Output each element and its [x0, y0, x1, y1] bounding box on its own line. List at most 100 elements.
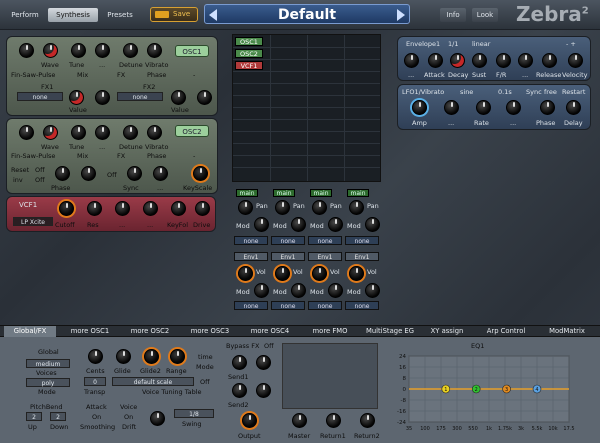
look-button[interactable]: Look: [472, 8, 498, 22]
ch1-env-select[interactable]: Env1: [234, 252, 268, 261]
tab-multistage-eg[interactable]: MultiStage EG: [360, 326, 420, 337]
osc1-tune-knob[interactable]: [71, 43, 86, 58]
osc1-fx2-value-knob[interactable]: [171, 90, 186, 105]
global-range-knob[interactable]: [170, 349, 185, 364]
ch4-mod-knob[interactable]: [365, 217, 380, 232]
global-pb-up-field[interactable]: 2: [26, 412, 42, 421]
osc2-tune-knob[interactable]: [71, 125, 86, 140]
fx-knob-b[interactable]: [256, 355, 271, 370]
global-glide2-knob[interactable]: [144, 349, 159, 364]
ch2-mod2-source[interactable]: none: [271, 301, 305, 310]
lfo1-knob-4[interactable]: [506, 100, 521, 115]
osc2-vibrato-knob[interactable]: [147, 125, 162, 140]
ch2-mod2-knob[interactable]: [291, 283, 306, 298]
ch1-mod2-source[interactable]: none: [234, 301, 268, 310]
global-swing-knob[interactable]: [150, 411, 165, 426]
lfo1-free-label[interactable]: free: [544, 88, 557, 96]
osc1-wave-knob[interactable]: [43, 43, 58, 58]
osc2-dots-knob-2[interactable]: [153, 166, 168, 181]
osc1-detune-knob[interactable]: [123, 43, 138, 58]
ch4-main-button[interactable]: main: [347, 189, 369, 197]
ch4-mod2-source[interactable]: none: [345, 301, 379, 310]
next-preset-icon[interactable]: [397, 9, 405, 21]
osc2-detune-knob[interactable]: [123, 125, 138, 140]
global-voice-value[interactable]: On: [124, 413, 133, 421]
grid-slot-osc1[interactable]: OSC1: [235, 37, 263, 46]
lfo1-restart-label[interactable]: Restart: [562, 88, 585, 96]
global-cents-knob[interactable]: [88, 349, 103, 364]
global-transp-field[interactable]: 0: [84, 377, 106, 386]
osc1-vibrato-knob[interactable]: [147, 43, 162, 58]
ch3-mod-source[interactable]: none: [308, 236, 342, 245]
lfo1-knob-2[interactable]: [444, 100, 459, 115]
fx-output-knob[interactable]: [242, 413, 257, 428]
ch2-vol-knob[interactable]: [275, 266, 290, 281]
lfo1-amp-knob[interactable]: [412, 100, 427, 115]
lfo1-delay-knob[interactable]: [566, 100, 581, 115]
ch3-vol-knob[interactable]: [312, 266, 327, 281]
osc2-phase-knob[interactable]: [55, 166, 70, 181]
lfo1-phase-knob[interactable]: [540, 100, 555, 115]
ch1-mod-source[interactable]: none: [234, 236, 268, 245]
envelope1-attack-knob[interactable]: [428, 53, 443, 68]
osc2-title-button[interactable]: OSC2: [175, 125, 209, 137]
tab-more-osc4[interactable]: more OSC4: [242, 326, 298, 337]
osc1-wave-mode[interactable]: Fin-Saw-Pulse: [11, 71, 55, 79]
ch3-mod-knob[interactable]: [328, 217, 343, 232]
osc1-title-button[interactable]: OSC1: [175, 45, 209, 57]
tab-modmatrix[interactable]: ModMatrix: [538, 326, 596, 337]
ch4-mod-source[interactable]: none: [345, 236, 379, 245]
global-time-label[interactable]: time: [198, 353, 213, 361]
tab-more-osc2[interactable]: more OSC2: [122, 326, 178, 337]
osc2-knob-b[interactable]: [81, 166, 96, 181]
ch4-env-select[interactable]: Env1: [345, 252, 379, 261]
tab-synthesis[interactable]: Synthesis: [48, 8, 98, 22]
envelope1-velocity-knob[interactable]: [568, 53, 583, 68]
osc2-off-label[interactable]: Off: [107, 171, 117, 179]
fx-master-knob[interactable]: [292, 413, 307, 428]
envelope1-mode[interactable]: linear: [472, 40, 490, 48]
lfo1-waveform[interactable]: sine: [460, 88, 473, 96]
global-scale-off[interactable]: Off: [200, 378, 210, 386]
envelope1-fr-knob[interactable]: [496, 53, 511, 68]
save-button[interactable]: Save: [150, 7, 198, 22]
vcf1-res-knob[interactable]: [87, 201, 102, 216]
ch3-env-select[interactable]: Env1: [308, 252, 342, 261]
osc1-dots-knob[interactable]: [95, 43, 110, 58]
envelope1-release-knob[interactable]: [542, 53, 557, 68]
fx-return1-knob[interactable]: [326, 413, 341, 428]
prev-preset-icon[interactable]: [209, 9, 217, 21]
global-voices-select[interactable]: medium: [26, 359, 70, 368]
envelope1-knob-6[interactable]: [518, 53, 533, 68]
lfo1-rate-value[interactable]: 0.1s: [498, 88, 512, 96]
grid-slot-osc2[interactable]: OSC2: [235, 49, 263, 58]
osc1-fx1-select[interactable]: none: [17, 92, 63, 101]
ch1-main-button[interactable]: main: [236, 189, 258, 197]
global-pb-down-field[interactable]: 2: [50, 412, 66, 421]
vcf1-dots-knob-1[interactable]: [115, 201, 130, 216]
fx-send2-knob[interactable]: [232, 383, 247, 398]
envelope1-plusminus[interactable]: - +: [566, 40, 576, 48]
ch3-main-button[interactable]: main: [310, 189, 332, 197]
ch2-env-select[interactable]: Env1: [271, 252, 305, 261]
tab-more-osc1[interactable]: more OSC1: [62, 326, 118, 337]
osc2-dots-knob[interactable]: [95, 125, 110, 140]
info-button[interactable]: Info: [440, 8, 466, 22]
ch1-mod2-knob[interactable]: [254, 283, 269, 298]
tab-more-fmo[interactable]: more FMO: [302, 326, 358, 337]
ch2-mod-source[interactable]: none: [271, 236, 305, 245]
vcf1-filter-type[interactable]: LP Xcite: [13, 217, 53, 226]
vcf1-cutoff-knob[interactable]: [59, 201, 74, 216]
osc2-knob-1[interactable]: [19, 125, 34, 140]
module-grid[interactable]: OSC1 OSC2 VCF1: [232, 34, 381, 182]
vcf1-drive-knob[interactable]: [195, 201, 210, 216]
ch3-mod2-source[interactable]: none: [308, 301, 342, 310]
fx-send1-knob[interactable]: [232, 355, 247, 370]
global-mode-select[interactable]: poly: [26, 378, 70, 387]
ch1-vol-knob[interactable]: [238, 266, 253, 281]
vcf1-keyfol-knob[interactable]: [171, 201, 186, 216]
osc1-fx1-value-knob[interactable]: [69, 90, 84, 105]
ch2-main-button[interactable]: main: [273, 189, 295, 197]
ch4-mod2-knob[interactable]: [365, 283, 380, 298]
vcf1-dots-knob-2[interactable]: [143, 201, 158, 216]
